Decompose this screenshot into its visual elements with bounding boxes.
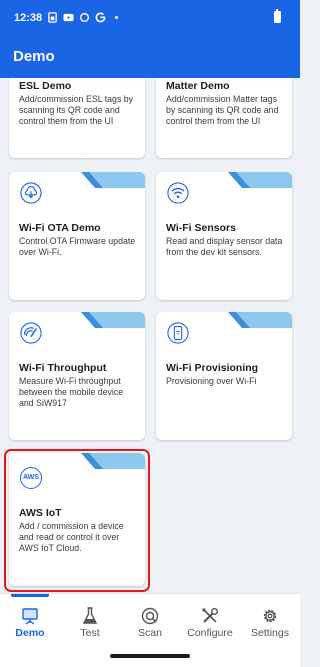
tools-icon: [202, 608, 218, 623]
status-bar: 12:38: [0, 0, 300, 36]
google-icon: [95, 12, 106, 23]
app-title: Demo: [13, 48, 55, 65]
nav-item-test[interactable]: Test: [60, 594, 120, 644]
card-esl-demo[interactable]: ESL Demo Add/commission ESL tags by scan…: [9, 78, 145, 158]
card-description: Read and display sensor data from the de…: [166, 236, 283, 257]
cloud-download-icon: [20, 182, 42, 204]
card-title: Wi-Fi Provisioning: [166, 362, 259, 374]
battery-icon: [274, 9, 281, 23]
nav-label: Scan: [138, 627, 162, 639]
active-indicator: [11, 594, 49, 597]
nav-item-configure[interactable]: Configure: [180, 594, 240, 644]
sync-icon: [79, 12, 90, 23]
speedometer-icon: [20, 322, 42, 344]
flask-icon: [82, 607, 98, 624]
nav-item-demo[interactable]: Demo: [0, 594, 60, 644]
nav-item-settings[interactable]: Settings: [240, 594, 300, 644]
card-description: Add/commission Matter tags by scanning i…: [166, 94, 279, 126]
phone-wifi-icon: [167, 322, 189, 344]
card-title: ESL Demo: [19, 80, 72, 92]
nav-label: Configure: [187, 627, 233, 639]
ribbon-decoration: [81, 312, 145, 328]
card-description: Provisioning over Wi-Fi: [166, 376, 257, 386]
card-wifi-sensors[interactable]: Wi-Fi Sensors Read and display sensor da…: [156, 172, 292, 300]
status-icons: [47, 12, 122, 23]
card-wifi-ota-demo[interactable]: Wi-Fi OTA Demo Control OTA Firmware upda…: [9, 172, 145, 300]
ribbon-decoration: [81, 172, 145, 188]
easel-icon: [22, 608, 38, 625]
nav-item-scan[interactable]: Scan: [120, 594, 180, 644]
card-matter-demo[interactable]: Matter Demo Add/commission Matter tags b…: [156, 78, 292, 158]
nav-label: Demo: [15, 627, 45, 639]
card-wifi-throughput[interactable]: Wi-Fi Throughput Measure Wi-Fi throughpu…: [9, 312, 145, 440]
ribbon-decoration: [228, 172, 292, 188]
scan-icon: [141, 607, 159, 625]
card-title: Wi-Fi Throughput: [19, 362, 107, 374]
wifi-icon: [167, 182, 189, 204]
bottom-navigation: Demo Test Scan Configure Settings: [0, 593, 300, 643]
highlight-outline: [4, 449, 150, 592]
app-bar: Demo: [0, 36, 300, 78]
ribbon-decoration: [228, 312, 292, 328]
dot-icon: [115, 16, 118, 19]
card-description: Control OTA Firmware update over Wi-Fi.: [19, 236, 136, 257]
sim-icon: [48, 12, 57, 23]
card-description: Measure Wi-Fi throughput between the mob…: [19, 376, 124, 408]
card-title: Wi-Fi Sensors: [166, 222, 236, 234]
card-title: Wi-Fi OTA Demo: [19, 222, 101, 234]
card-title: Matter Demo: [166, 80, 230, 92]
gear-icon: [263, 609, 277, 623]
status-time: 12:38: [14, 12, 43, 24]
system-gesture-area: [0, 643, 300, 667]
nav-label: Test: [80, 627, 100, 639]
card-wifi-provisioning[interactable]: Wi-Fi Provisioning Provisioning over Wi-…: [156, 312, 292, 440]
card-description: Add/commission ESL tags by scanning its …: [19, 94, 134, 126]
youtube-icon: [63, 13, 74, 22]
home-gesture-bar[interactable]: [110, 654, 190, 658]
demo-grid: ESL Demo Add/commission ESL tags by scan…: [0, 78, 300, 593]
nav-label: Settings: [251, 627, 289, 639]
